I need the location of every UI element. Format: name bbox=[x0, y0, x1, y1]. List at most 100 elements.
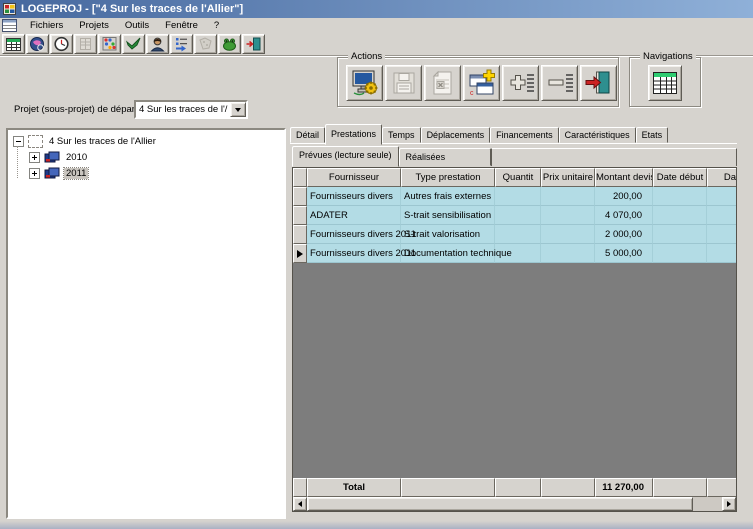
cell-montant-devis: 200,00 bbox=[595, 187, 653, 206]
tab-deplacements[interactable]: Déplacements bbox=[421, 127, 491, 143]
tree-item-label: 2010 bbox=[64, 152, 89, 163]
app-icon bbox=[3, 2, 17, 16]
sheet-icon bbox=[77, 36, 94, 52]
cell-date-debut bbox=[653, 244, 707, 263]
tab-detail[interactable]: Détail bbox=[290, 127, 325, 143]
project-combobox[interactable]: 4 Sur les traces de l'/ bbox=[134, 100, 248, 119]
cell-date-debut bbox=[653, 206, 707, 225]
cell-quantite bbox=[495, 225, 541, 244]
toolbar-button-frog[interactable] bbox=[218, 34, 241, 54]
toolbar-button-map-disabled[interactable] bbox=[194, 34, 217, 54]
table-row[interactable]: Fournisseurs divers 2011 S-trait valoris… bbox=[293, 225, 737, 244]
project-node-icon bbox=[44, 167, 60, 179]
arrow-right-icon bbox=[727, 501, 731, 507]
cell-prix-unitaire bbox=[541, 244, 595, 263]
subtab-prevues[interactable]: Prévues (lecture seule) bbox=[292, 146, 399, 167]
menu-projets[interactable]: Projets bbox=[71, 19, 117, 32]
row-marker-cell bbox=[293, 206, 307, 225]
cell-date-fin bbox=[707, 225, 737, 244]
action-button-close[interactable] bbox=[580, 65, 617, 101]
tree-item-root[interactable]: 4 Sur les traces de l'Allier bbox=[8, 133, 284, 149]
table-row[interactable]: Fournisseurs divers Autres frais externe… bbox=[293, 187, 737, 206]
row-marker-cell bbox=[293, 187, 307, 206]
person-icon bbox=[149, 36, 166, 52]
menu-fichiers[interactable]: Fichiers bbox=[22, 19, 71, 32]
mdi-child-icon[interactable] bbox=[2, 19, 18, 32]
actions-group: Actions bbox=[337, 57, 619, 107]
action-button-new-window[interactable]: c bbox=[463, 65, 500, 101]
app-window: { "window": { "title": "LOGEPROJ - [\"4 … bbox=[0, 0, 753, 529]
project-selector-label: Projet (sous-projet) de départ : bbox=[14, 104, 143, 115]
action-button-export-disabled[interactable] bbox=[424, 65, 461, 101]
action-button-save-disabled[interactable] bbox=[385, 65, 422, 101]
toolbar-button-person[interactable] bbox=[146, 34, 169, 54]
toolbar-button-abacus[interactable] bbox=[98, 34, 121, 54]
cell-date-debut bbox=[653, 225, 707, 244]
chevron-down-icon bbox=[235, 108, 241, 112]
actions-group-label: Actions bbox=[348, 51, 385, 62]
total-empty-cell bbox=[541, 478, 595, 497]
action-button-add-row[interactable] bbox=[502, 65, 539, 101]
toolbar-button-validate[interactable] bbox=[122, 34, 145, 54]
toolbar-button-table[interactable] bbox=[2, 34, 25, 54]
tree-connector-line bbox=[17, 146, 18, 178]
menu-outils[interactable]: Outils bbox=[117, 19, 157, 32]
subtab-realisees[interactable]: Réalisées bbox=[399, 148, 491, 166]
cell-fournisseur: Fournisseurs divers 2011 bbox=[307, 244, 401, 263]
cell-montant-devis: 2 000,00 bbox=[595, 225, 653, 244]
toolbar-button-hierarchy[interactable] bbox=[170, 34, 193, 54]
frog-icon bbox=[221, 36, 238, 52]
current-row-marker bbox=[293, 244, 307, 263]
expand-icon[interactable] bbox=[29, 152, 40, 163]
excel-sheet-icon bbox=[429, 69, 457, 97]
tree-item-2011[interactable]: 2011 bbox=[8, 165, 284, 181]
map-icon bbox=[197, 36, 214, 52]
table-icon bbox=[5, 37, 22, 52]
add-row-icon bbox=[506, 69, 536, 97]
main-tabs: Détail Prestations Temps Déplacements Fi… bbox=[290, 124, 668, 143]
toolbar-button-globe[interactable] bbox=[26, 34, 49, 54]
table-row-current[interactable]: Fournisseurs divers 2011 Documentation t… bbox=[293, 244, 737, 263]
current-row-arrow-icon bbox=[297, 250, 303, 258]
scrollbar-thumb[interactable] bbox=[307, 497, 693, 511]
tab-temps[interactable]: Temps bbox=[382, 127, 421, 143]
tree-item-2010[interactable]: 2010 bbox=[8, 149, 284, 165]
cell-quantite bbox=[495, 187, 541, 206]
scroll-right-button[interactable] bbox=[722, 497, 736, 511]
remove-row-icon bbox=[545, 69, 575, 97]
tab-financements[interactable]: Financements bbox=[490, 127, 559, 143]
toolbar-button-clock[interactable] bbox=[50, 34, 73, 54]
abacus-icon bbox=[101, 36, 118, 52]
grid-header-row: Fournisseur Type prestation Quantit Prix… bbox=[293, 168, 737, 187]
tab-etats[interactable]: Etats bbox=[636, 127, 669, 143]
total-empty-cell bbox=[653, 478, 707, 497]
collapse-icon[interactable] bbox=[13, 136, 24, 147]
toolbar-button-sheet-disabled[interactable] bbox=[74, 34, 97, 54]
cell-quantite bbox=[495, 206, 541, 225]
column-header-date-debut: Date début bbox=[653, 168, 707, 187]
table-row[interactable]: ADATER S-trait sensibilisation 4 070,00 bbox=[293, 206, 737, 225]
toolbar-button-exit[interactable] bbox=[242, 34, 265, 54]
expand-icon[interactable] bbox=[29, 168, 40, 179]
project-tree-panel: 4 Sur les traces de l'Allier 2010 bbox=[6, 128, 286, 519]
navigations-group: Navigations bbox=[629, 57, 701, 107]
globe-search-icon bbox=[29, 36, 46, 52]
project-combobox-dropdown-button[interactable] bbox=[230, 102, 246, 117]
action-button-remove-row[interactable] bbox=[541, 65, 578, 101]
dashed-node-icon bbox=[28, 135, 43, 148]
window-bottom-edge bbox=[0, 521, 753, 529]
cell-type-prestation: S-trait sensibilisation bbox=[401, 206, 495, 225]
navigation-button-grid[interactable] bbox=[648, 65, 682, 101]
total-empty-cell bbox=[401, 478, 495, 497]
grid-table-icon bbox=[651, 69, 679, 97]
menu-fenetre[interactable]: Fenêtre bbox=[157, 19, 206, 32]
action-button-modify[interactable] bbox=[346, 65, 383, 101]
scroll-left-button[interactable] bbox=[293, 497, 307, 511]
row-marker-header bbox=[293, 168, 307, 187]
cell-fournisseur: ADATER bbox=[307, 206, 401, 225]
menu-help[interactable]: ? bbox=[206, 19, 227, 32]
tab-caracteristiques[interactable]: Caractéristiques bbox=[559, 127, 636, 143]
tab-prestations[interactable]: Prestations bbox=[325, 124, 382, 145]
monitor-gear-icon bbox=[350, 69, 380, 97]
grid-horizontal-scrollbar[interactable] bbox=[293, 497, 736, 511]
